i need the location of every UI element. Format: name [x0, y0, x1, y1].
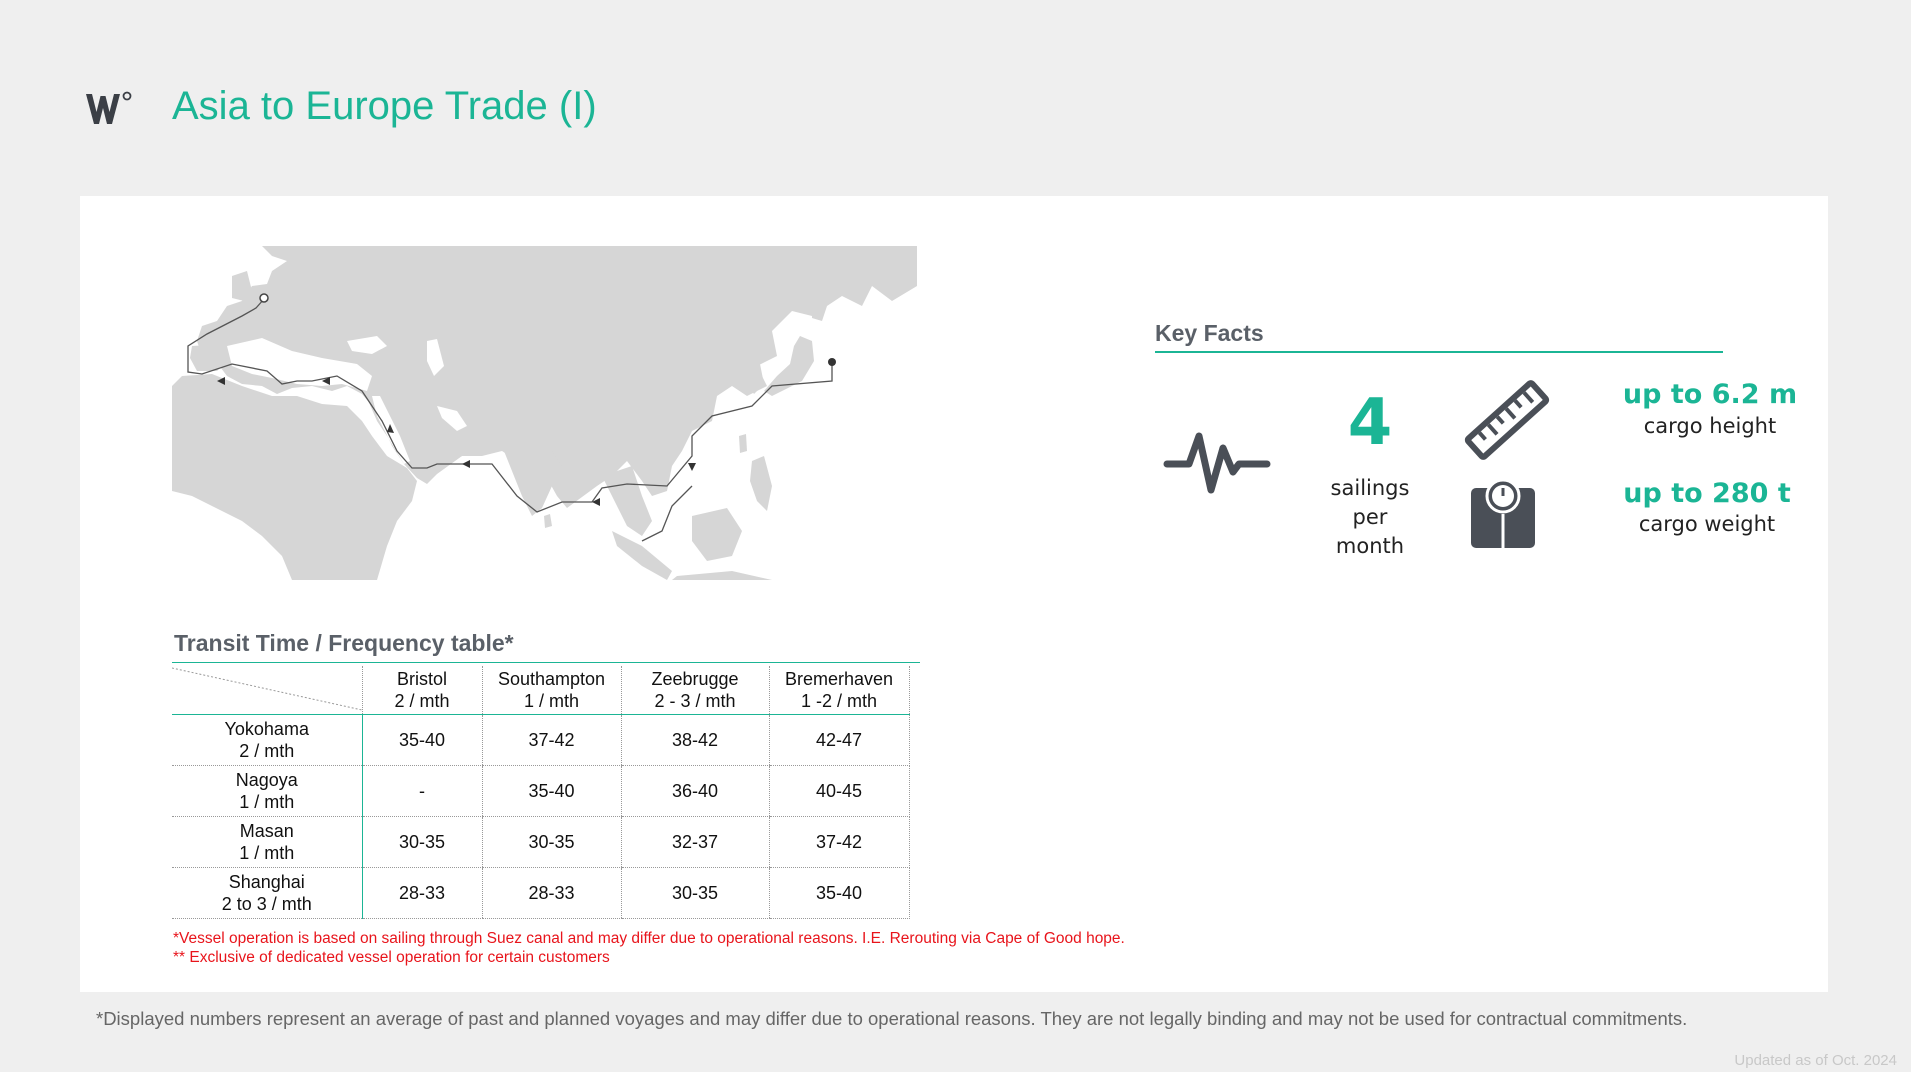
footer-disclaimer: *Displayed numbers represent an average …	[96, 1008, 1688, 1029]
key-facts-rule	[1155, 351, 1723, 353]
table-row: Nagoya 1 / mth - 35-40 36-40 40-45	[172, 765, 910, 817]
table-cell: 28-33	[362, 867, 482, 919]
page-title: Asia to Europe Trade (I)	[172, 84, 597, 128]
column-header: Zeebrugge 2 - 3 / mth	[620, 666, 769, 715]
row-header: Nagoya 1 / mth	[172, 765, 363, 817]
table-row: Yokohama 2 / mth 35-40 37-42 38-42 42-47	[172, 714, 910, 766]
sailings-label: sailings per month	[1330, 476, 1410, 558]
dedicated-vessel-note: ** Exclusive of dedicated vessel operati…	[173, 949, 610, 966]
column-header: Bristol 2 / mth	[361, 666, 482, 715]
suez-note: *Vessel operation is based on sailing th…	[173, 930, 1125, 947]
transit-table: Bristol 2 / mth Southampton 1 / mth Zeebru…	[172, 666, 910, 919]
table-cell: 30-35	[362, 816, 482, 868]
table-corner-cell	[172, 666, 362, 715]
content-card: Transit Time / Frequency table* Bristol 2…	[80, 196, 1828, 992]
table-cell: 42-47	[768, 714, 910, 766]
table-cell: 37-42	[768, 816, 910, 868]
table-header-row: Bristol 2 / mth Southampton 1 / mth Zeebru…	[172, 666, 910, 715]
row-header: Shanghai 2 to 3 / mth	[172, 867, 363, 919]
cargo-weight-label: cargo weight	[1638, 512, 1776, 536]
scale-icon	[1471, 478, 1535, 548]
sailings-number: 4	[1347, 386, 1393, 460]
cargo-weight-value: up to 280 t	[1623, 478, 1791, 509]
cargo-height-value: up to 6.2 m	[1622, 379, 1798, 410]
cargo-height-label: cargo height	[1643, 414, 1777, 438]
column-header: Southampton 1 / mth	[481, 666, 621, 715]
table-title-rule	[172, 662, 920, 663]
table-row: Masan 1 / mth 30-35 30-35 32-37 37-42	[172, 816, 910, 868]
updated-date: Updated as of Oct. 2024	[1734, 1052, 1897, 1069]
table-row: Shanghai 2 to 3 / mth 28-33 28-33 30-35 3…	[172, 867, 910, 919]
table-cell: 37-42	[481, 714, 621, 766]
table-cell: 38-42	[620, 714, 769, 766]
table-cell: 28-33	[481, 867, 621, 919]
route-map	[172, 246, 917, 580]
table-cell: 32-37	[620, 816, 769, 868]
table-cell: 36-40	[620, 765, 769, 817]
column-header: Bremerhaven 1 -2 / mth	[768, 666, 910, 715]
table-cell: 35-40	[481, 765, 621, 817]
row-header: Yokohama 2 / mth	[172, 714, 363, 766]
pulse-icon	[1163, 432, 1271, 494]
company-logo	[86, 91, 132, 124]
table-title: Transit Time / Frequency table*	[174, 630, 514, 656]
table-cell: 30-35	[481, 816, 621, 868]
ruler-icon	[1464, 380, 1550, 460]
table-cell: 35-40	[362, 714, 482, 766]
table-cell: 35-40	[768, 867, 910, 919]
key-facts-title: Key Facts	[1155, 320, 1264, 346]
row-header: Masan 1 / mth	[172, 816, 363, 868]
table-cell: -	[362, 765, 482, 817]
diagonal-line	[172, 667, 362, 711]
table-cell: 30-35	[620, 867, 769, 919]
table-cell: 40-45	[768, 765, 910, 817]
